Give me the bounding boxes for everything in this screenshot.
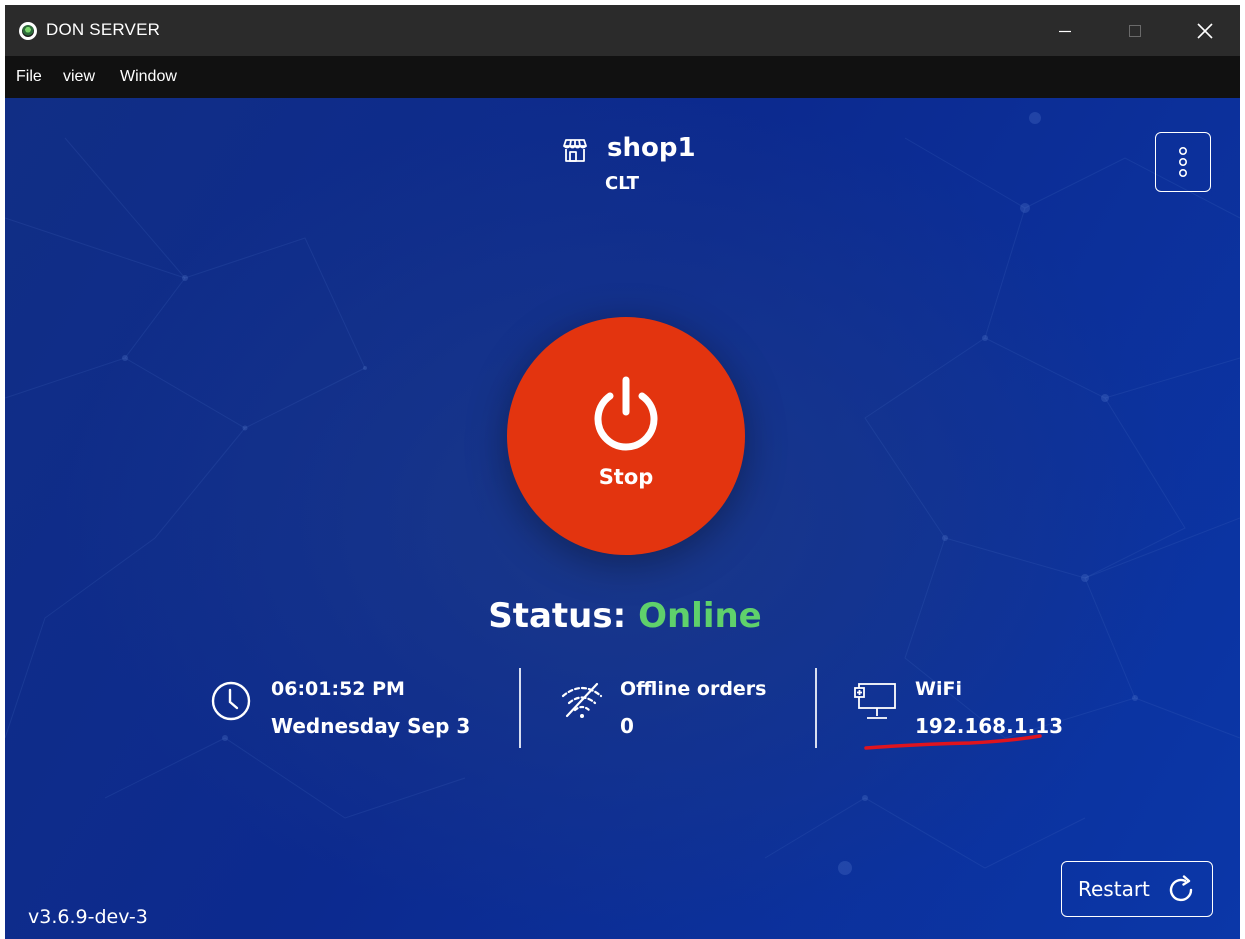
- red-underline-annotation: [864, 734, 1042, 750]
- maximize-button[interactable]: [1100, 5, 1170, 56]
- shop-header: shop1 CLT: [560, 131, 700, 201]
- offline-orders-count: 0: [620, 714, 634, 738]
- offline-orders-info: Offline orders 0: [557, 672, 797, 752]
- stop-server-button[interactable]: Stop: [507, 317, 745, 555]
- version-label: v3.6.9-dev-3: [28, 906, 148, 928]
- refresh-icon: [1169, 875, 1193, 902]
- current-date: Wednesday Sep 3: [271, 714, 471, 738]
- restart-label: Restart: [1078, 877, 1150, 901]
- clock-icon: [211, 681, 251, 721]
- status-line: Status: Online: [425, 596, 825, 636]
- more-vertical-icon: [1178, 146, 1188, 177]
- window-title: DON SERVER: [46, 20, 161, 39]
- don-server-logo-icon: [19, 22, 37, 40]
- menu-bar: File view Window: [5, 56, 1240, 98]
- app-window: DON SERVER File view Window shop1 CLT St…: [5, 5, 1240, 939]
- store-icon: [563, 139, 587, 162]
- power-icon: [594, 376, 658, 451]
- status-label: Status:: [488, 596, 627, 636]
- more-options-button[interactable]: [1155, 132, 1211, 192]
- status-value: Online: [638, 596, 762, 636]
- restart-button[interactable]: Restart: [1061, 861, 1213, 917]
- shop-name: shop1: [607, 133, 696, 163]
- network-type: WiFi: [915, 678, 962, 700]
- clock-info: 06:01:52 PM Wednesday Sep 3: [207, 672, 497, 752]
- minimize-button[interactable]: [1030, 5, 1100, 56]
- menu-item-file[interactable]: File: [16, 68, 42, 86]
- wifi-off-icon: [561, 682, 603, 718]
- network-computer-icon: [854, 683, 896, 719]
- maximize-icon: [1129, 24, 1141, 37]
- main-panel: shop1 CLT Stop Status: Online 06:01:52 P…: [5, 98, 1240, 939]
- stop-label: Stop: [598, 465, 654, 489]
- title-bar[interactable]: DON SERVER: [5, 5, 1240, 56]
- info-divider: [519, 668, 521, 748]
- close-icon: [1197, 22, 1213, 39]
- minimize-icon: [1059, 30, 1071, 32]
- shop-code: CLT: [605, 173, 639, 194]
- current-time: 06:01:52 PM: [271, 678, 405, 700]
- close-button[interactable]: [1170, 5, 1240, 56]
- offline-orders-label: Offline orders: [620, 678, 767, 700]
- info-divider: [815, 668, 817, 748]
- menu-item-window[interactable]: Window: [120, 68, 177, 86]
- menu-item-view[interactable]: view: [63, 68, 95, 86]
